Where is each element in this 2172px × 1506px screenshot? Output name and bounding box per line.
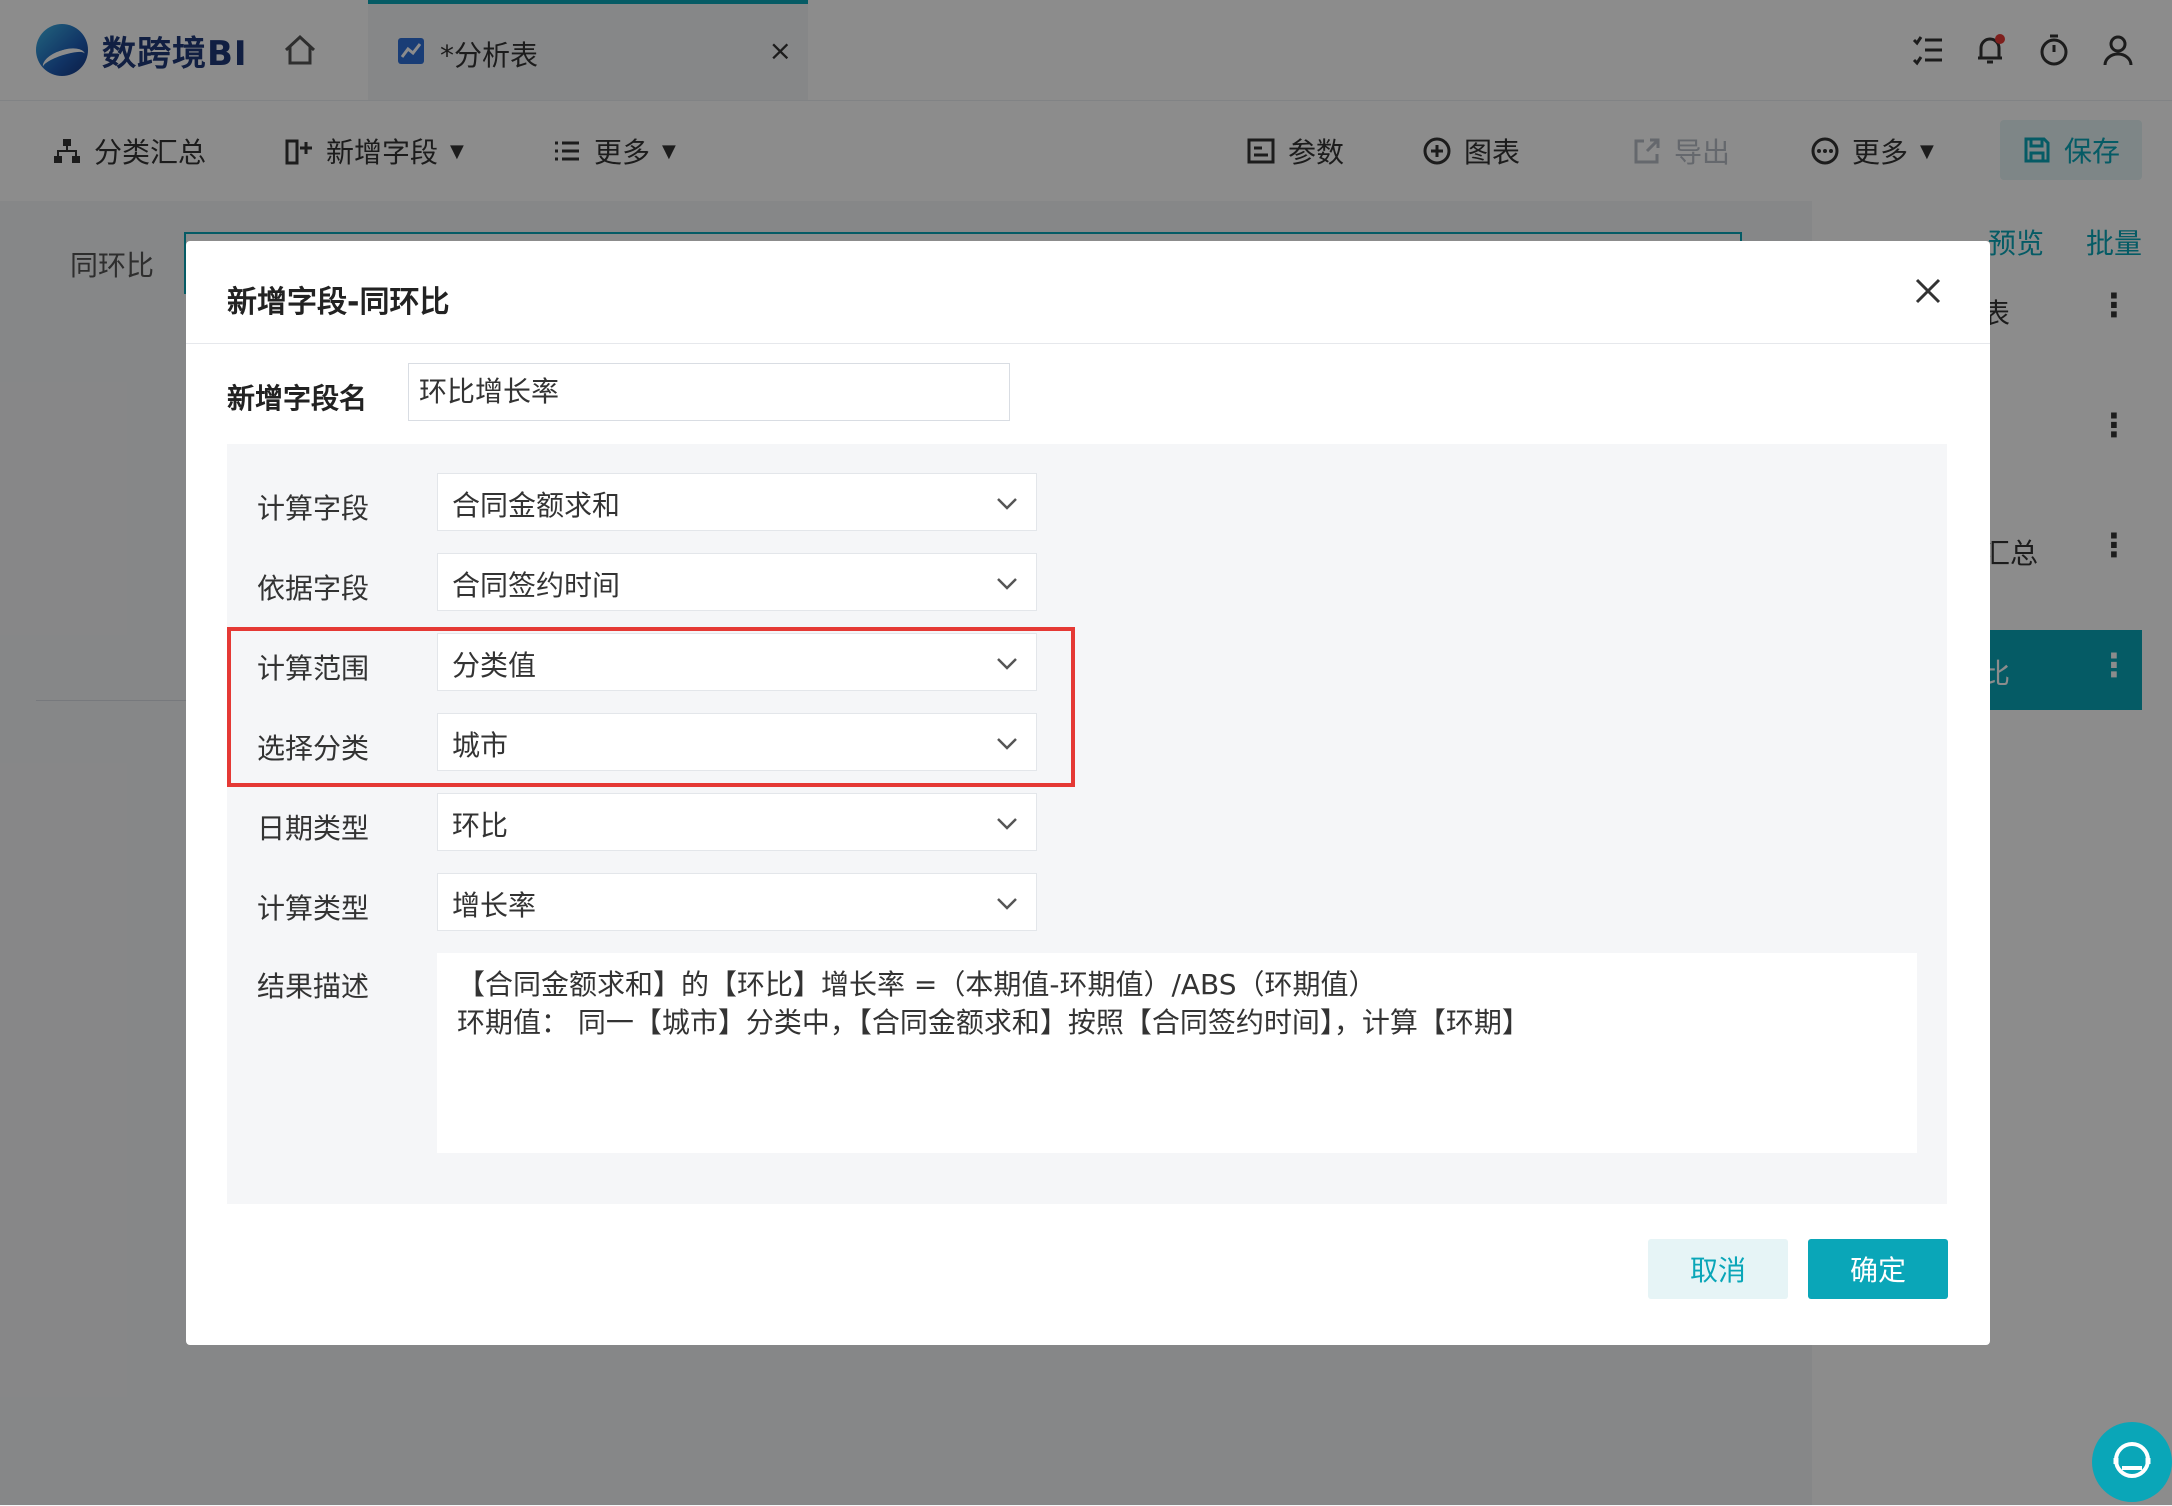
- result-description-line: 环期值： 同一【城市】分类中，【合同金额求和】按照【合同签约时间】，计算【环期】: [457, 1006, 1530, 1039]
- date-type-value: 环比: [452, 809, 509, 842]
- chevron-down-icon: [997, 498, 1017, 510]
- calc-type-value: 增长率: [452, 889, 537, 922]
- basis-field-select[interactable]: 合同签约时间: [437, 553, 1037, 611]
- calc-type-select[interactable]: 增长率: [437, 873, 1037, 931]
- calc-field-value: 合同金额求和: [452, 489, 621, 522]
- dialog-title: 新增字段-同环比: [227, 285, 450, 320]
- chevron-down-icon: [997, 658, 1017, 670]
- dialog-divider: [186, 343, 1990, 344]
- field-name-label: 新增字段名: [227, 382, 368, 415]
- calc-scope-label: 计算范围: [257, 652, 370, 685]
- result-description-label: 结果描述: [257, 970, 370, 1003]
- calc-type-label: 计算类型: [257, 892, 370, 925]
- form-panel: 计算字段 合同金额求和 依据字段 合同签约时间 计算范围 分类值 选择分类 城市…: [227, 444, 1947, 1204]
- calc-field-label: 计算字段: [257, 492, 370, 525]
- chat-icon: [2113, 1442, 2151, 1478]
- chevron-down-icon: [997, 898, 1017, 910]
- date-type-select[interactable]: 环比: [437, 793, 1037, 851]
- chevron-down-icon: [997, 818, 1017, 830]
- result-description-line: 【合同金额求和】的【环比】增长率 =（本期值-环期值）/ABS（环期值）: [457, 968, 1377, 1001]
- close-icon[interactable]: [1908, 271, 1948, 311]
- date-type-label: 日期类型: [257, 812, 370, 845]
- select-category-label: 选择分类: [257, 732, 370, 765]
- select-category-value: 城市: [452, 729, 509, 762]
- field-name-input[interactable]: 环比增长率: [408, 363, 1010, 421]
- chevron-down-icon: [997, 578, 1017, 590]
- calc-scope-select[interactable]: 分类值: [437, 633, 1037, 691]
- cancel-button[interactable]: 取消: [1648, 1239, 1788, 1299]
- add-field-dialog: 新增字段-同环比 新增字段名 环比增长率 计算字段 合同金额求和 依据字段 合同…: [186, 241, 1990, 1345]
- calc-field-select[interactable]: 合同金额求和: [437, 473, 1037, 531]
- basis-field-label: 依据字段: [257, 572, 370, 605]
- calc-scope-value: 分类值: [452, 649, 537, 682]
- chevron-down-icon: [997, 738, 1017, 750]
- basis-field-value: 合同签约时间: [452, 569, 621, 602]
- result-description-box: 【合同金额求和】的【环比】增长率 =（本期值-环期值）/ABS（环期值） 环期值：…: [437, 953, 1917, 1153]
- confirm-button[interactable]: 确定: [1808, 1239, 1948, 1299]
- select-category-select[interactable]: 城市: [437, 713, 1037, 771]
- help-chat-button[interactable]: [2092, 1422, 2172, 1502]
